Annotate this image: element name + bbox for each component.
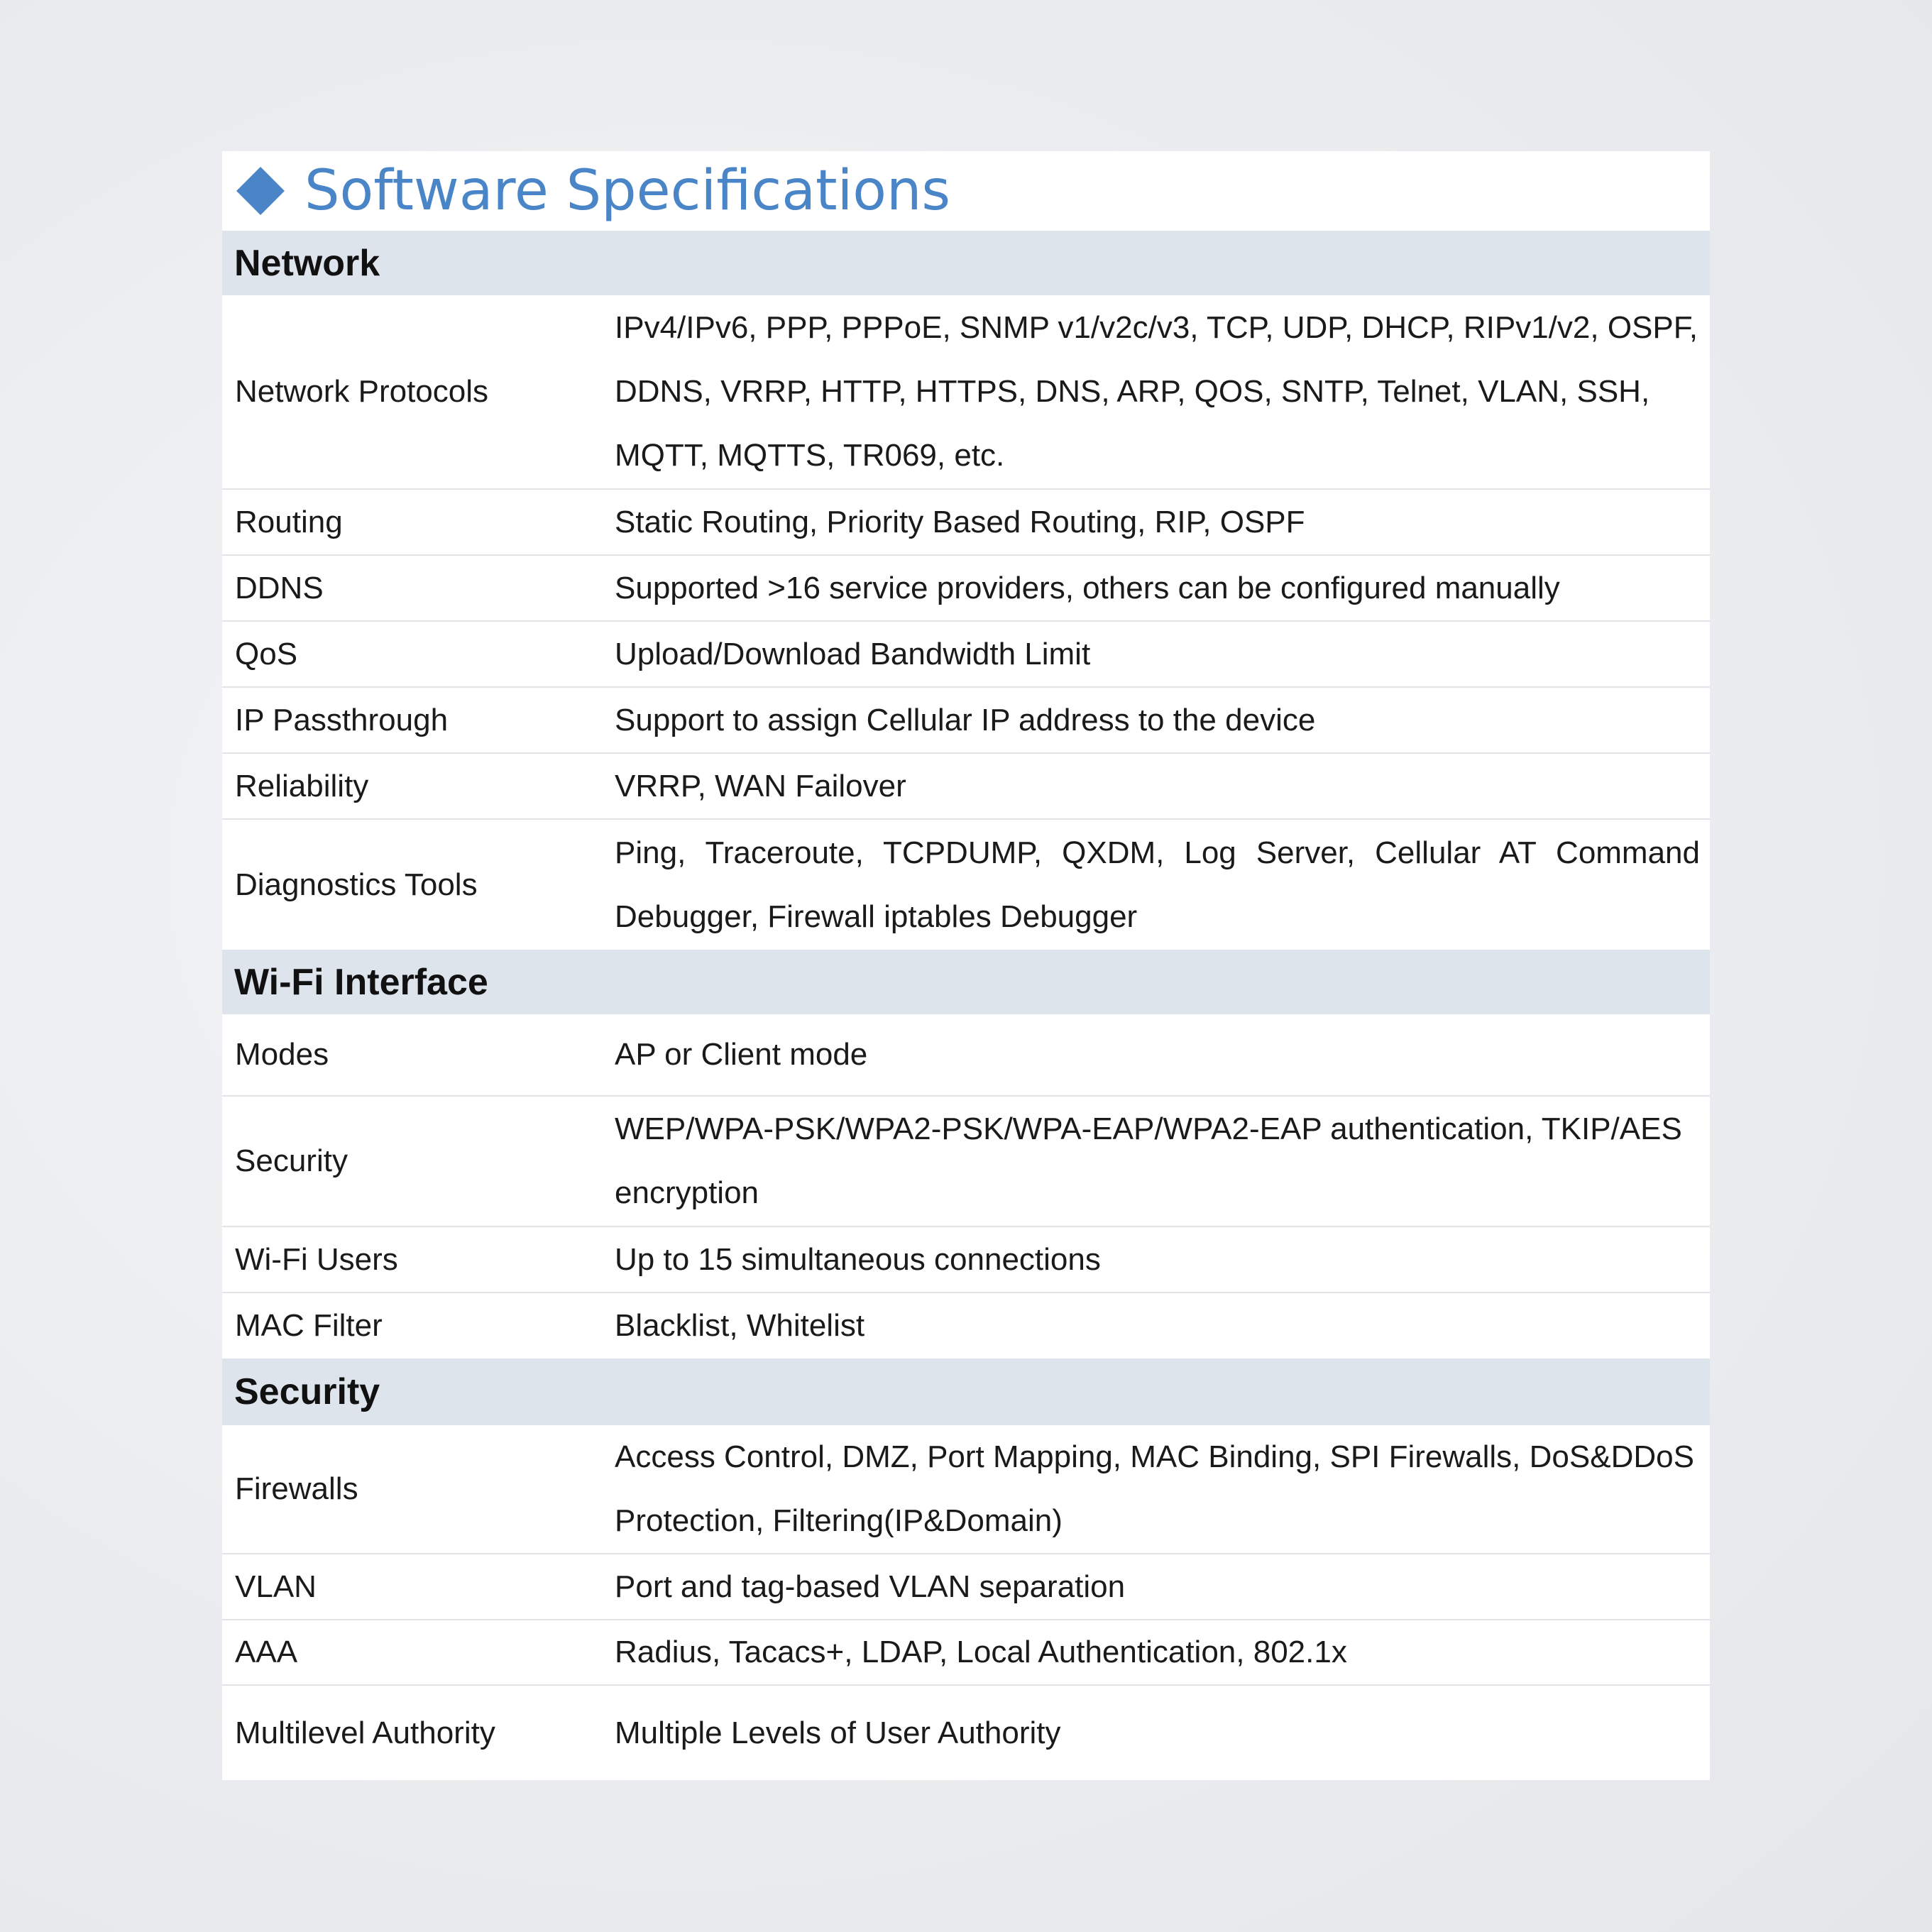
spec-label: MAC Filter bbox=[235, 1308, 383, 1343]
spec-row: Network Protocols IPv4/IPv6, PPP, PPPoE,… bbox=[222, 295, 1710, 490]
spec-row: Security WEP/WPA-PSK/WPA2-PSK/WPA-EAP/WP… bbox=[222, 1097, 1710, 1227]
spec-label: Routing bbox=[235, 504, 343, 539]
spec-value: AP or Client mode bbox=[615, 1037, 868, 1072]
spec-row: IP Passthrough Support to assign Cellula… bbox=[222, 688, 1710, 754]
spec-label: QoS bbox=[235, 636, 298, 671]
spec-value: Ping, Traceroute, TCPDUMP, QXDM, Log Ser… bbox=[615, 835, 1700, 934]
section-header-security: Security bbox=[222, 1359, 1710, 1425]
spec-value: Up to 15 simultaneous connections bbox=[615, 1241, 1101, 1277]
spec-label: VLAN bbox=[235, 1569, 317, 1604]
spec-label: Diagnostics Tools bbox=[235, 867, 478, 902]
spec-value: Access Control, DMZ, Port Mapping, MAC B… bbox=[615, 1439, 1694, 1538]
spec-value: VRRP, WAN Failover bbox=[615, 768, 906, 803]
spec-value: Blacklist, Whitelist bbox=[615, 1308, 865, 1343]
spec-value: Static Routing, Priority Based Routing, … bbox=[615, 504, 1305, 539]
spec-row: Diagnostics Tools Ping, Traceroute, TCPD… bbox=[222, 820, 1710, 950]
spec-row: DDNS Supported >16 service providers, ot… bbox=[222, 556, 1710, 622]
section-header-wifi-interface: Wi-Fi Interface bbox=[222, 950, 1710, 1014]
spec-label: AAA bbox=[235, 1635, 298, 1669]
spec-value: Upload/Download Bandwidth Limit bbox=[615, 636, 1091, 671]
spec-label: Network Protocols bbox=[235, 374, 489, 409]
spec-value: Support to assign Cellular IP address to… bbox=[615, 702, 1316, 737]
spec-row: QoS Upload/Download Bandwidth Limit bbox=[222, 622, 1710, 688]
spec-value: Port and tag-based VLAN separation bbox=[615, 1569, 1126, 1604]
spec-label: Firewalls bbox=[235, 1471, 358, 1506]
spec-row: MAC Filter Blacklist, Whitelist bbox=[222, 1293, 1710, 1359]
spec-label: Modes bbox=[235, 1037, 329, 1072]
spec-label: Reliability bbox=[235, 768, 369, 803]
spec-row: Modes AP or Client mode bbox=[222, 1014, 1710, 1097]
spec-row: Reliability VRRP, WAN Failover bbox=[222, 754, 1710, 820]
spec-row: Firewalls Access Control, DMZ, Port Mapp… bbox=[222, 1425, 1710, 1554]
spec-row: VLAN Port and tag-based VLAN separation bbox=[222, 1554, 1710, 1620]
spec-row: Routing Static Routing, Priority Based R… bbox=[222, 490, 1710, 556]
spec-label: DDNS bbox=[235, 570, 324, 605]
spec-label: Multilevel Authority bbox=[235, 1715, 495, 1750]
section-header-network: Network bbox=[222, 231, 1710, 295]
spec-value: Multiple Levels of User Authority bbox=[615, 1715, 1061, 1750]
spec-value: Radius, Tacacs+, LDAP, Local Authenticat… bbox=[615, 1635, 1347, 1669]
spec-row: Multilevel Authority Multiple Levels of … bbox=[222, 1686, 1710, 1780]
spec-label: Wi-Fi Users bbox=[235, 1241, 398, 1277]
spec-value: Supported >16 service providers, others … bbox=[615, 570, 1560, 605]
spec-row: AAA Radius, Tacacs+, LDAP, Local Authent… bbox=[222, 1620, 1710, 1686]
page-title: Software Specifications bbox=[304, 159, 951, 223]
spec-card: Software Specifications Network Network … bbox=[222, 151, 1710, 1780]
spec-label: Security bbox=[235, 1143, 348, 1178]
spec-row: Wi-Fi Users Up to 15 simultaneous connec… bbox=[222, 1227, 1710, 1293]
spec-value: IPv4/IPv6, PPP, PPPoE, SNMP v1/v2c/v3, T… bbox=[615, 310, 1698, 473]
spec-value: WEP/WPA-PSK/WPA2-PSK/WPA-EAP/WPA2-EAP au… bbox=[615, 1112, 1682, 1210]
spec-label: IP Passthrough bbox=[235, 702, 449, 737]
title-row: Software Specifications bbox=[222, 151, 1710, 231]
diamond-bullet-icon bbox=[236, 167, 285, 215]
